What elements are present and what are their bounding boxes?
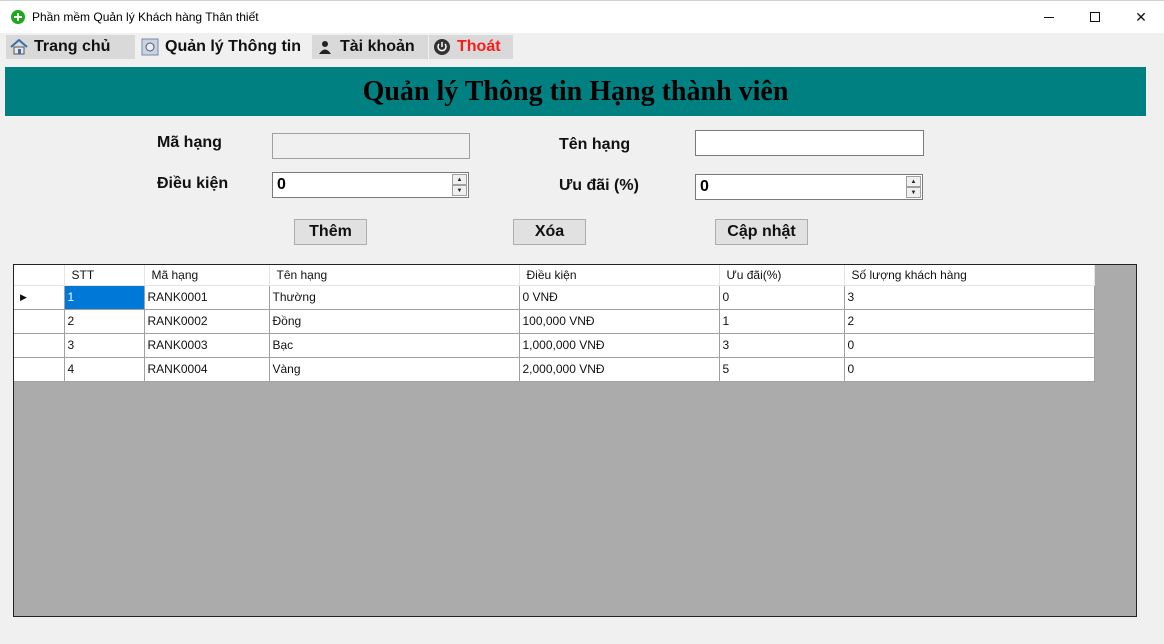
- menu-home[interactable]: Trang chủ: [6, 35, 135, 59]
- update-button[interactable]: Cập nhật: [715, 219, 808, 245]
- maximize-icon: [1090, 12, 1100, 22]
- menu-account[interactable]: Tài khoản: [312, 35, 428, 59]
- table-cell[interactable]: 0: [844, 357, 1095, 382]
- table-row[interactable]: 4 RANK0004 Vàng 2,000,000 VNĐ 5 0: [14, 357, 1095, 382]
- add-button[interactable]: Thêm: [294, 219, 367, 245]
- menu-bar: Trang chủ Quản lý Thông tin Tài khoản Th…: [0, 33, 1164, 59]
- close-button[interactable]: ✕: [1118, 1, 1164, 33]
- spin-up-icon[interactable]: ▲: [906, 176, 921, 187]
- row-header[interactable]: [14, 333, 65, 358]
- table-row[interactable]: 3 RANK0003 Bạc 1,000,000 VNĐ 3 0: [14, 333, 1095, 358]
- table-cell[interactable]: 0: [844, 333, 1095, 358]
- minimize-icon: [1044, 16, 1054, 18]
- page-title: Quản lý Thông tin Hạng thành viên: [362, 75, 789, 107]
- table-cell[interactable]: Đồng: [269, 309, 520, 334]
- table-cell[interactable]: 3: [844, 285, 1095, 310]
- table-cell[interactable]: RANK0002: [144, 309, 270, 334]
- table-header-row: STT Mã hạng Tên hạng Điều kiện Ưu đãi(%)…: [14, 265, 1095, 286]
- close-icon: ✕: [1135, 8, 1147, 25]
- name-label: Tên hạng: [559, 136, 631, 153]
- table-cell[interactable]: RANK0004: [144, 357, 270, 382]
- window-title: Phần mềm Quản lý Khách hàng Thân thiết: [32, 10, 259, 24]
- table-cell[interactable]: Vàng: [269, 357, 520, 382]
- title-bar: Phần mềm Quản lý Khách hàng Thân thiết ✕: [0, 1, 1164, 33]
- table-cell[interactable]: Bạc: [269, 333, 520, 358]
- condition-label: Điều kiện: [157, 175, 229, 192]
- table-cell[interactable]: 0: [719, 285, 845, 310]
- table-cell[interactable]: 5: [719, 357, 845, 382]
- home-icon: [10, 38, 28, 56]
- table-cell[interactable]: 2: [844, 309, 1095, 334]
- page-header: Quản lý Thông tin Hạng thành viên: [5, 67, 1146, 116]
- delete-button[interactable]: Xóa: [513, 219, 586, 245]
- table-cell[interactable]: 4: [64, 357, 145, 382]
- table-cell[interactable]: 3: [719, 333, 845, 358]
- minimize-button[interactable]: [1026, 1, 1072, 33]
- table-cell[interactable]: 0 VNĐ: [519, 285, 720, 310]
- condition-value: 0: [277, 176, 286, 193]
- column-header[interactable]: Tên hạng: [269, 265, 520, 286]
- table-cell[interactable]: 3: [64, 333, 145, 358]
- table-row[interactable]: 2 RANK0002 Đồng 100,000 VNĐ 1 2: [14, 309, 1095, 334]
- table-cell[interactable]: 1: [64, 285, 145, 310]
- table-cell[interactable]: 1: [719, 309, 845, 334]
- code-field[interactable]: [272, 133, 470, 159]
- rank-data-grid[interactable]: STT Mã hạng Tên hạng Điều kiện Ưu đãi(%)…: [13, 264, 1137, 617]
- menu-info-management[interactable]: Quản lý Thông tin: [137, 35, 310, 59]
- app-window: Phần mềm Quản lý Khách hàng Thân thiết ✕…: [0, 0, 1164, 644]
- spin-down-icon[interactable]: ▼: [452, 185, 467, 196]
- row-header[interactable]: [14, 357, 65, 382]
- settings-icon: [141, 38, 159, 56]
- user-icon: [316, 38, 334, 56]
- column-header[interactable]: Mã hạng: [144, 265, 270, 286]
- name-field[interactable]: [695, 130, 924, 156]
- power-icon: [433, 38, 451, 56]
- condition-spinner[interactable]: ▲ ▼: [452, 174, 467, 196]
- table-cell[interactable]: 2,000,000 VNĐ: [519, 357, 720, 382]
- table-cell[interactable]: 100,000 VNĐ: [519, 309, 720, 334]
- menu-exit[interactable]: Thoát: [429, 35, 513, 59]
- code-label: Mã hạng: [157, 134, 222, 151]
- current-row-arrow-icon[interactable]: ▶: [14, 285, 65, 310]
- table-row[interactable]: ▶ 1 RANK0001 Thường 0 VNĐ 0 3: [14, 285, 1095, 310]
- discount-stepper[interactable]: 0 ▲ ▼: [695, 174, 923, 200]
- column-header[interactable]: Số lượng khách hàng: [844, 265, 1095, 286]
- maximize-button[interactable]: [1072, 1, 1118, 33]
- table-cell[interactable]: 1,000,000 VNĐ: [519, 333, 720, 358]
- spin-down-icon[interactable]: ▼: [906, 187, 921, 198]
- spin-up-icon[interactable]: ▲: [452, 174, 467, 185]
- condition-stepper[interactable]: 0 ▲ ▼: [272, 172, 469, 198]
- table-cell[interactable]: 2: [64, 309, 145, 334]
- column-header[interactable]: STT: [64, 265, 145, 286]
- row-header-corner: [14, 265, 65, 286]
- column-header[interactable]: Điều kiện: [519, 265, 720, 286]
- table-cell[interactable]: RANK0003: [144, 333, 270, 358]
- discount-spinner[interactable]: ▲ ▼: [906, 176, 921, 198]
- discount-value: 0: [700, 178, 709, 195]
- discount-label: Ưu đãi (%): [559, 177, 639, 194]
- table-cell[interactable]: Thường: [269, 285, 520, 310]
- row-header[interactable]: [14, 309, 65, 334]
- column-header[interactable]: Ưu đãi(%): [719, 265, 845, 286]
- table-cell[interactable]: RANK0001: [144, 285, 270, 310]
- rank-table: STT Mã hạng Tên hạng Điều kiện Ưu đãi(%)…: [14, 265, 1095, 382]
- app-plus-icon: [11, 10, 25, 24]
